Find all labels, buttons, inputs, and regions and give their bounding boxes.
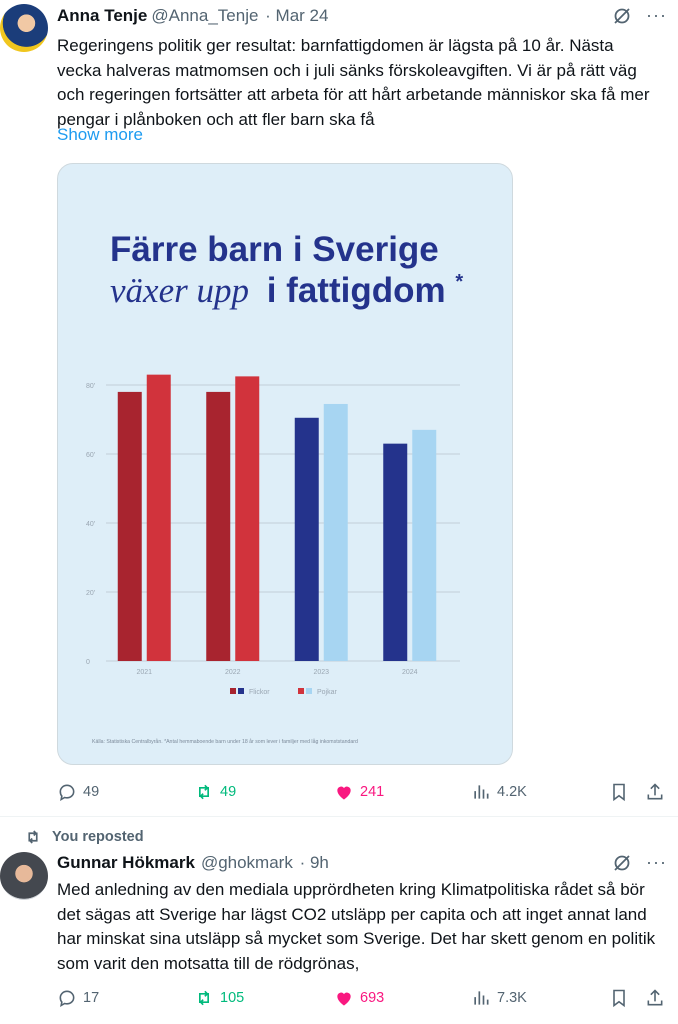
legend-swatch [238,688,244,694]
bookmark-icon [613,989,625,1008]
x-tick-label: 2022 [225,669,241,676]
reply-icon [59,990,75,1008]
legend-swatch [230,688,236,694]
chart-title-line2: växer upp i fattigdom * [110,271,463,310]
reply-count: 17 [83,990,100,1006]
reply-button[interactable]: 49 [57,780,99,804]
x-tick-label: 2021 [136,669,152,676]
more-icon[interactable]: ··· [646,5,666,25]
author-name[interactable]: Anna Tenje [57,6,147,25]
repost-icon [199,990,209,1006]
repost-banner[interactable]: You reposted [24,828,144,846]
bar-pojkar-2024 [412,429,437,661]
grok-icon[interactable] [612,853,632,873]
repost-icon [199,784,209,800]
views-count: 7.3K [497,990,527,1006]
repost-button[interactable]: 105 [194,986,244,1010]
share-icon [647,989,663,1006]
heart-icon [337,992,351,1006]
y-tick-label: 80' [86,383,95,390]
repost-banner-label: You reposted [52,829,144,845]
tweet-text: Med anledning av den mediala upprördhete… [57,880,656,973]
bar-pojkar-2023 [323,403,348,661]
like-button[interactable]: 241 [334,780,384,804]
bar-flickor-2022 [206,391,231,661]
more-icon[interactable]: ··· [646,852,666,872]
reply-icon [59,784,75,802]
repost-count: 105 [220,990,245,1006]
author-handle[interactable]: @ghokmark [201,853,293,872]
timestamp[interactable]: · 9h [300,853,329,872]
bookmark-icon [613,783,625,802]
timestamp[interactable]: · Mar 24 [265,6,328,25]
author-name[interactable]: Gunnar Hökmark [57,853,195,872]
tweet-header: Gunnar Hökmark @ghokmark · 9h [57,853,329,873]
like-count: 241 [360,784,385,800]
x-tick-label: 2023 [313,669,329,676]
y-tick-label: 0 [86,659,90,666]
reply-button[interactable]: 17 [57,986,99,1010]
tweet-media-image[interactable]: Färre barn i Sverige växer upp i fattigd… [57,163,513,765]
tweet-actions: 17 105 693 7.3K [57,986,669,1010]
chart-title-line1: Färre barn i Sverige [110,230,439,269]
reply-count: 49 [83,784,100,800]
divider [0,816,678,817]
y-tick-label: 60' [86,452,95,459]
legend-swatch [306,688,312,694]
author-handle[interactable]: @Anna_Tenje [151,6,258,25]
chart-title-italic: växer upp [110,271,249,310]
avatar[interactable] [0,852,48,900]
y-tick-label: 20' [86,590,95,597]
like-button[interactable]: 693 [334,986,384,1010]
bar-chart: Färre barn i Sverige växer upp i fattigd… [86,230,463,745]
grok-icon[interactable] [612,6,632,26]
bookmark-button[interactable] [609,986,629,1010]
views-count: 4.2K [497,784,527,800]
chart-source-note: Källa: Statistiska Centralbyrån. *Antal … [92,738,358,745]
share-button[interactable] [645,986,665,1010]
repost-button[interactable]: 49 [194,780,236,804]
legend-swatch [298,688,304,694]
chart-title-asterisk: * [455,271,463,293]
legend-label: Flickor [249,689,270,696]
bar-flickor-2023 [294,417,319,661]
x-tick-label: 2024 [402,669,418,676]
bar-pojkar-2021 [146,374,171,661]
tweet-actions: 49 49 241 4.2K [57,780,669,804]
views-button[interactable]: 4.2K [471,780,527,804]
share-icon [647,783,663,800]
like-count: 693 [360,990,385,1006]
heart-icon [337,786,351,800]
chart-title-bold: i fattigdom [267,271,446,310]
share-button[interactable] [645,780,665,804]
avatar[interactable] [0,4,48,52]
views-button[interactable]: 7.3K [471,986,527,1010]
repost-count: 49 [220,784,237,800]
tweet-anna-tenje[interactable]: Anna Tenje @Anna_Tenje · Mar 24 ··· Reger… [0,0,678,815]
repost-icon [28,830,38,844]
bar-flickor-2024 [383,443,408,661]
legend-label: Pojkar [317,689,338,696]
show-more-link[interactable]: Show more [57,125,143,145]
bar-pojkar-2022 [235,376,260,661]
tweet-text: Regeringens politik ger resultat: barnfa… [57,36,650,129]
bar-flickor-2021 [117,391,142,661]
y-tick-label: 40' [86,521,95,528]
bookmark-button[interactable] [609,780,629,804]
tweet-header: Anna Tenje @Anna_Tenje · Mar 24 [57,6,328,26]
views-icon [474,785,489,799]
views-icon [474,991,489,1005]
